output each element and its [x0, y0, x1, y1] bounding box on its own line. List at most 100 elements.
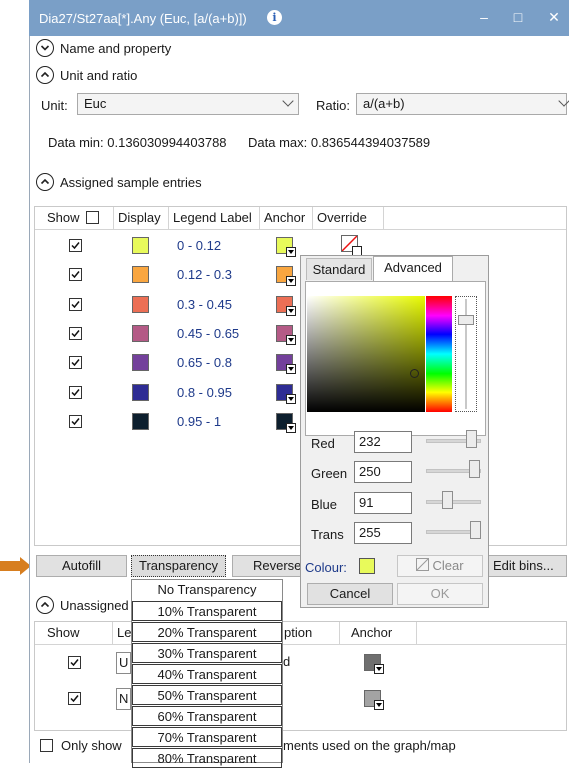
check-icon: [71, 417, 80, 425]
row-display-swatch[interactable]: [132, 412, 149, 430]
unit-select[interactable]: Euc: [77, 93, 299, 115]
transparency-menu-item[interactable]: 60% Transparent: [132, 706, 282, 726]
dropdown-icon: [286, 364, 296, 375]
row-description: d: [283, 654, 291, 669]
edit-bins-button[interactable]: Edit bins...: [487, 555, 567, 577]
row-anchor-swatch[interactable]: [276, 412, 296, 433]
window-titlebar[interactable]: Dia27/St27aa[*].Any (Euc, [a/(a+b)]) i –…: [29, 0, 569, 36]
red-input[interactable]: 232: [354, 431, 412, 453]
row-show-checkbox[interactable]: [69, 414, 82, 428]
row-display-swatch[interactable]: [132, 354, 149, 372]
saturation-value-field[interactable]: [307, 296, 425, 412]
clear-button[interactable]: Clear: [397, 555, 483, 577]
ratio-value: a/(a+b): [363, 96, 405, 111]
header-show-label: Show: [47, 210, 80, 225]
trans-label: Trans: [311, 527, 344, 542]
collapse-unit-ratio-button[interactable]: [36, 66, 54, 84]
transparency-button[interactable]: Transparency: [131, 555, 226, 577]
row-display-swatch[interactable]: [132, 383, 149, 401]
colour-swatch: [359, 558, 375, 574]
row-show-checkbox[interactable]: [69, 297, 82, 311]
hue-slider[interactable]: [426, 296, 452, 412]
row-show-checkbox[interactable]: [68, 656, 81, 669]
transparency-menu-item[interactable]: 20% Transparent: [132, 622, 282, 642]
row-legend-label[interactable]: 0.12 - 0.3: [177, 267, 232, 282]
row-display-swatch[interactable]: [132, 295, 149, 313]
row-anchor-swatch[interactable]: [276, 324, 296, 345]
maximize-button[interactable]: □: [505, 7, 531, 27]
transparency-menu-item[interactable]: 10% Transparent: [132, 601, 282, 621]
row-legend-label[interactable]: 0 - 0.12: [177, 238, 221, 253]
chevron-down-icon: [40, 45, 50, 51]
row-legend-field[interactable]: N: [116, 688, 131, 710]
chevron-up-icon: [40, 178, 50, 185]
header-anchor[interactable]: Anchor: [260, 207, 313, 229]
check-icon: [70, 659, 79, 667]
trans-input[interactable]: 255: [354, 522, 412, 544]
minimize-button[interactable]: –: [471, 7, 497, 27]
row-anchor-swatch[interactable]: [276, 354, 296, 375]
close-button[interactable]: ✕: [541, 7, 567, 27]
header-display[interactable]: Display: [114, 207, 169, 229]
only-show-checkbox[interactable]: [40, 739, 53, 752]
row-legend-label[interactable]: 0.8 - 0.95: [177, 385, 232, 400]
transparency-menu-item[interactable]: 30% Transparent: [132, 643, 282, 663]
color-cursor-icon[interactable]: [410, 369, 419, 378]
data-min: Data min: 0.136030994403788: [48, 135, 227, 150]
collapse-assigned-button[interactable]: [36, 173, 54, 191]
ratio-select[interactable]: a/(a+b): [356, 93, 569, 115]
alpha-thumb[interactable]: [458, 315, 474, 325]
row-anchor-swatch[interactable]: [276, 266, 296, 287]
row-display-swatch[interactable]: [132, 266, 149, 284]
green-slider-thumb[interactable]: [469, 460, 481, 478]
row-show-checkbox[interactable]: [69, 356, 82, 370]
blue-input[interactable]: 91: [354, 492, 412, 514]
row-anchor-swatch[interactable]: [276, 295, 296, 316]
cancel-button[interactable]: Cancel: [307, 583, 393, 605]
header-override[interactable]: Override: [313, 207, 384, 229]
info-icon[interactable]: i: [267, 10, 282, 25]
row-anchor-swatch[interactable]: [364, 654, 384, 674]
override-none-icon[interactable]: [341, 235, 362, 256]
transparency-menu-item[interactable]: No Transparency: [132, 580, 282, 600]
row-anchor-swatch[interactable]: [276, 383, 296, 404]
collapse-unassigned-button[interactable]: [36, 596, 54, 614]
row-legend-label[interactable]: 0.3 - 0.45: [177, 297, 232, 312]
trans-slider-thumb[interactable]: [470, 521, 481, 539]
transparency-menu-item[interactable]: 80% Transparent: [132, 748, 282, 768]
autofill-button[interactable]: Autofill: [36, 555, 127, 577]
row-legend-label[interactable]: 0.65 - 0.8: [177, 355, 232, 370]
row-anchor-swatch[interactable]: [276, 237, 296, 257]
unassigned-header: Show Le ption Anchor: [35, 622, 566, 645]
data-max: Data max: 0.836544394037589: [248, 135, 431, 150]
row-display-swatch[interactable]: [132, 237, 149, 254]
ok-button[interactable]: OK: [397, 583, 483, 605]
expand-name-property-button[interactable]: [36, 39, 54, 57]
transparency-menu: No Transparency 10% Transparent 20% Transp…: [131, 579, 283, 768]
row-display-swatch[interactable]: [132, 324, 149, 342]
row-legend-label[interactable]: 0.95 - 1: [177, 414, 221, 429]
row-anchor-swatch[interactable]: [364, 690, 384, 710]
header-legend-label[interactable]: Legend Label: [169, 207, 260, 229]
row-legend-label[interactable]: 0.45 - 0.65: [177, 326, 239, 341]
dropdown-icon: [286, 422, 296, 433]
row-legend-field[interactable]: U: [116, 652, 131, 674]
transparency-menu-item[interactable]: 70% Transparent: [132, 727, 282, 747]
green-input[interactable]: 250: [354, 461, 412, 483]
transparency-menu-item[interactable]: 50% Transparent: [132, 685, 282, 705]
tab-advanced[interactable]: Advanced: [373, 256, 453, 281]
row-show-checkbox[interactable]: [69, 268, 82, 282]
row-show-checkbox[interactable]: [68, 692, 81, 705]
red-slider-thumb[interactable]: [466, 430, 478, 448]
row-show-checkbox[interactable]: [69, 385, 82, 399]
row-show-checkbox[interactable]: [69, 239, 82, 252]
blue-slider-thumb[interactable]: [441, 491, 453, 509]
tab-standard[interactable]: Standard: [306, 258, 372, 280]
dropdown-icon: [374, 664, 384, 674]
show-all-checkbox[interactable]: [86, 211, 99, 224]
dropdown-icon: [286, 247, 296, 257]
row-show-checkbox[interactable]: [69, 326, 82, 340]
alpha-slider[interactable]: [455, 296, 477, 412]
check-icon: [71, 271, 80, 279]
transparency-menu-item[interactable]: 40% Transparent: [132, 664, 282, 684]
